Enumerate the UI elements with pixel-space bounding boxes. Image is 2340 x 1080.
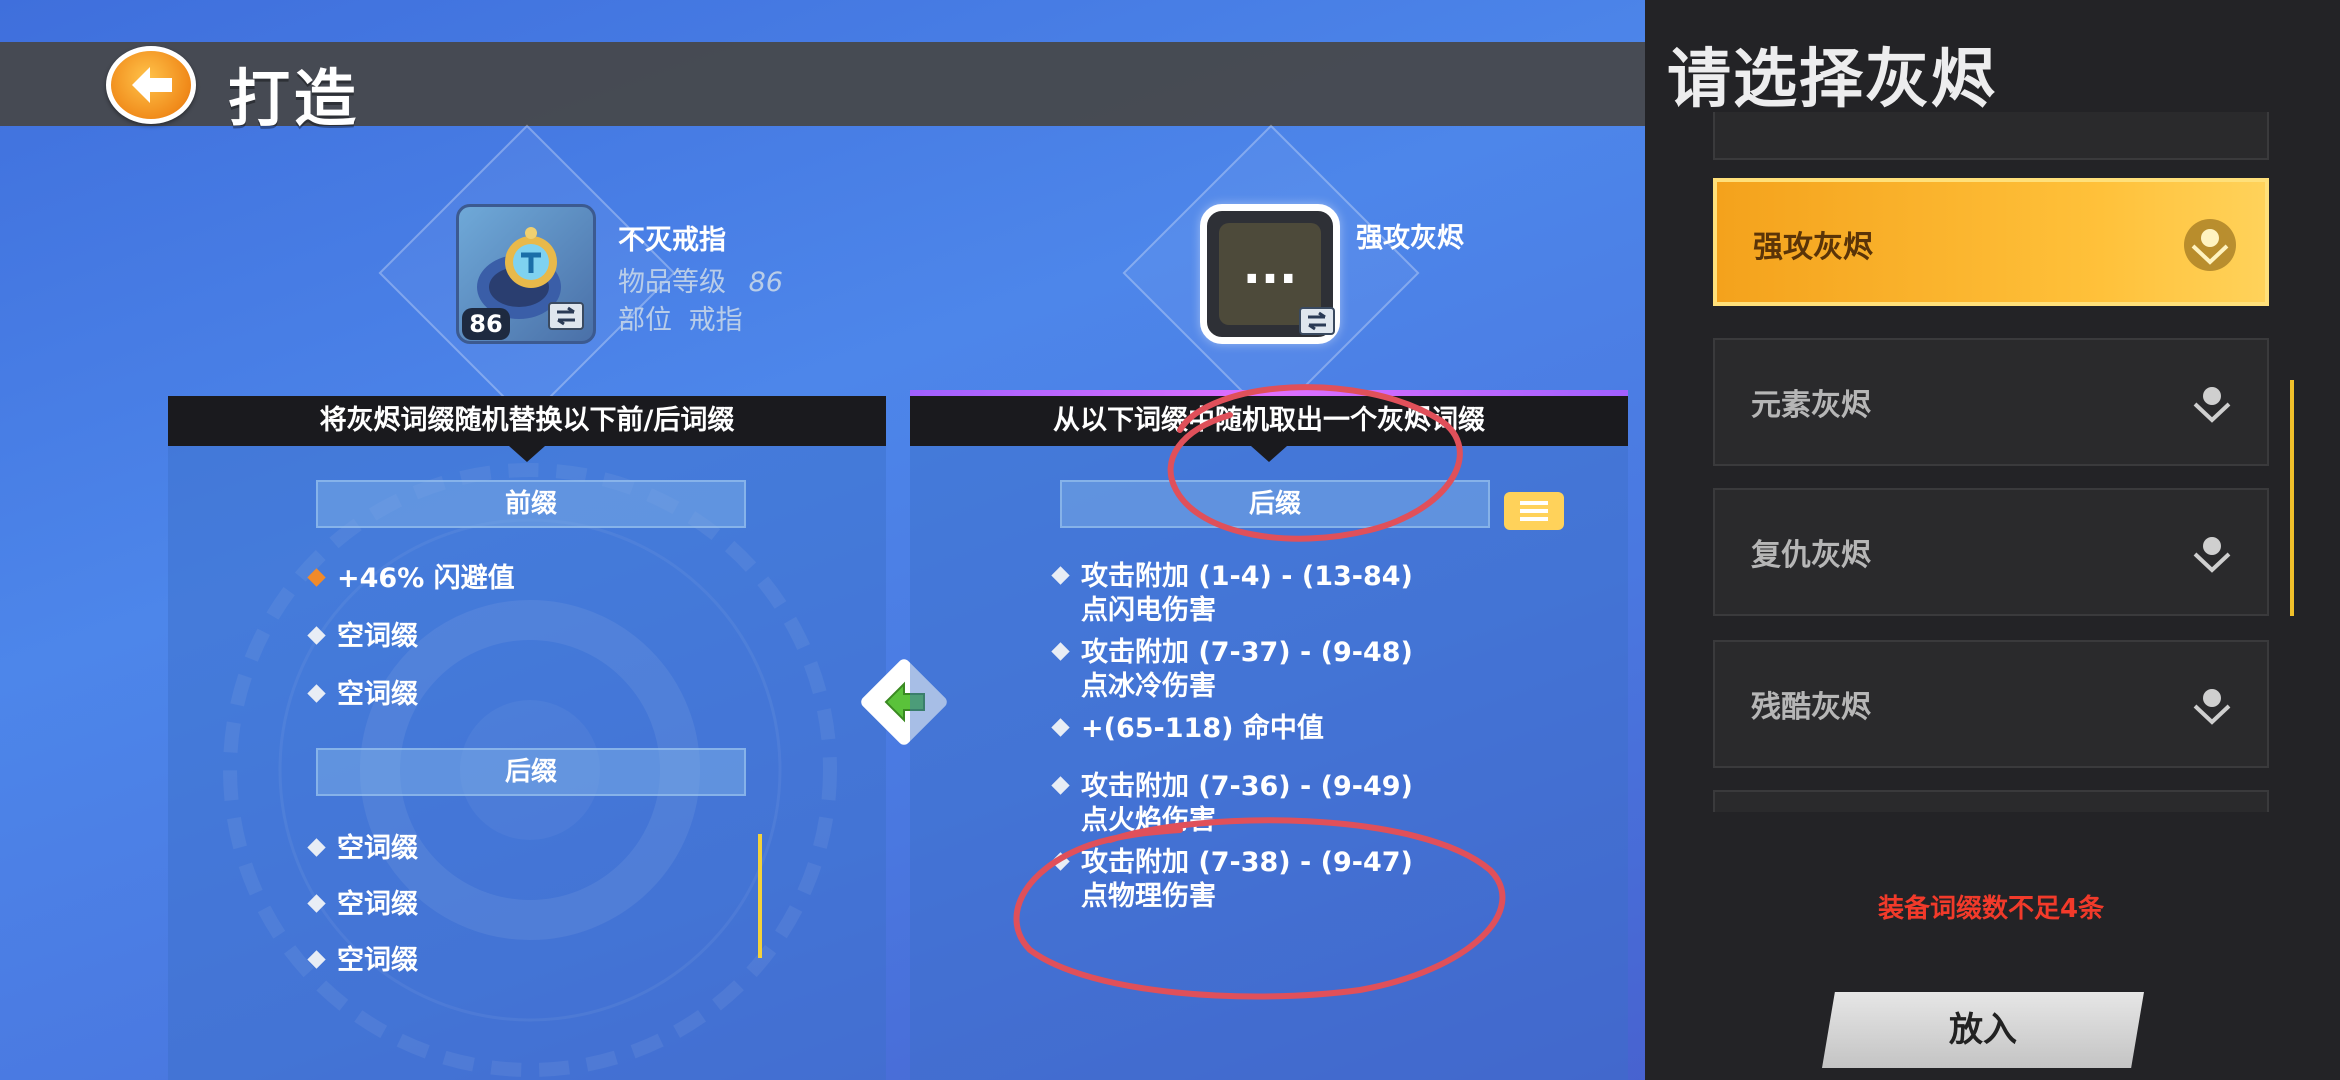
sidebar-item-label: 残酷灰烬 [1751,690,1871,725]
sidebar-item-strong-attack-ember[interactable]: 强攻灰烬 [1713,178,2269,306]
item-level-badge: 86 [462,308,510,340]
sidebar-item-label: 强攻灰烬 [1753,230,1873,265]
menu-icon [1520,501,1548,521]
ember-drop-icon [2193,387,2231,423]
prefix-affix-2: 空词缀 [307,620,418,654]
diamond-bullet-icon [1051,718,1070,737]
diamond-bullet-icon [307,568,326,587]
ember-affix-1: 攻击附加 (1-4) - (13-84) 点闪电伤害 [1051,560,1413,628]
item-level-row: 物品等级 86 [618,260,783,299]
annotation-circle-top [1167,384,1463,542]
list-toggle-button[interactable] [1504,492,1564,530]
transfer-icon [1299,307,1335,335]
item-level-label: 物品等级 [618,267,726,298]
diamond-bullet-icon [307,684,326,703]
prefix-affix-3: 空词缀 [307,678,418,712]
sidebar-item-brutal-ember[interactable]: 残酷灰烬 [1713,640,2269,768]
sidebar-list-bottom-partial [1713,790,2269,812]
page-title: 打造 [228,62,361,135]
back-arrow-icon [132,67,172,103]
item-slot-label: 部位 [618,305,672,336]
ember-icon[interactable]: ... [1200,204,1340,344]
back-button[interactable] [106,46,196,124]
sidebar-item-elemental-ember[interactable]: 元素灰烬 [1713,338,2269,466]
diamond-bullet-icon [307,626,326,645]
sidebar-title: 请选择灰烬 [1667,43,1997,117]
diamond-bullet-icon [307,950,326,969]
sidebar-item-revenge-ember[interactable]: 复仇灰烬 [1713,488,2269,616]
diamond-bullet-icon [307,838,326,857]
item-slot-row: 部位 戒指 [618,298,743,337]
ember-affix-2: 攻击附加 (7-37) - (9-48) 点冰冷伤害 [1051,636,1413,704]
sidebar-item-label: 元素灰烬 [1751,388,1871,423]
transfer-icon [548,302,584,330]
ember-drop-icon [2193,689,2231,725]
ember-drop-icon [2193,537,2231,573]
item-level-value: 86 [748,267,783,298]
ember-drop-icon [2184,219,2236,271]
ember-placeholder-dots: ... [1242,239,1298,295]
ember-name: 强攻灰烬 [1356,223,1464,254]
suffix-affix-3: 空词缀 [307,944,418,978]
annotation-circle-bottom [1013,817,1506,1000]
diamond-bullet-icon [307,894,326,913]
place-button[interactable]: 放入 [1822,992,2144,1068]
diamond-bullet-icon [1051,566,1070,585]
item-slot-value: 戒指 [688,305,743,336]
diamond-bullet-icon [1051,642,1070,661]
prefix-affix-1: +46% 闪避值 [307,562,515,596]
item-name: 不灭戒指 [618,225,726,256]
diamond-bullet-icon [1051,776,1070,795]
suffix-label: 后缀 [316,748,746,796]
sidebar-scrollbar[interactable] [2290,380,2294,616]
left-panel-header-arrow [509,446,545,462]
warning-text: 装备词缀数不足4条 [1878,894,2105,924]
prefix-label: 前缀 [316,480,746,528]
ember-affix-3: +(65-118) 命中值 [1051,712,1324,746]
suffix-affix-2: 空词缀 [307,888,418,922]
left-panel-scrollbar[interactable] [758,834,762,958]
sidebar-item-label: 复仇灰烬 [1751,538,1871,573]
suffix-affix-1: 空词缀 [307,832,418,866]
left-panel-header: 将灰烬词缀随机替换以下前/后词缀 [168,396,886,446]
